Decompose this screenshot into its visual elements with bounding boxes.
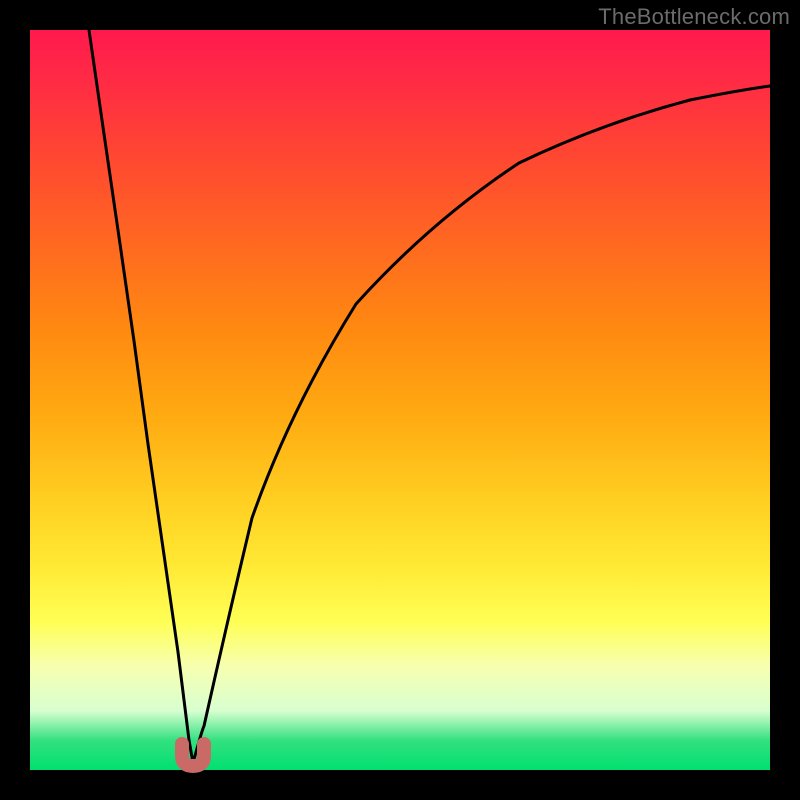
plot-area [30,30,770,770]
curve-layer [30,30,770,770]
right-branch-curve [193,86,770,763]
chart-frame: TheBottleneck.com [0,0,800,800]
watermark-text: TheBottleneck.com [598,4,790,30]
left-branch-curve [89,30,193,763]
